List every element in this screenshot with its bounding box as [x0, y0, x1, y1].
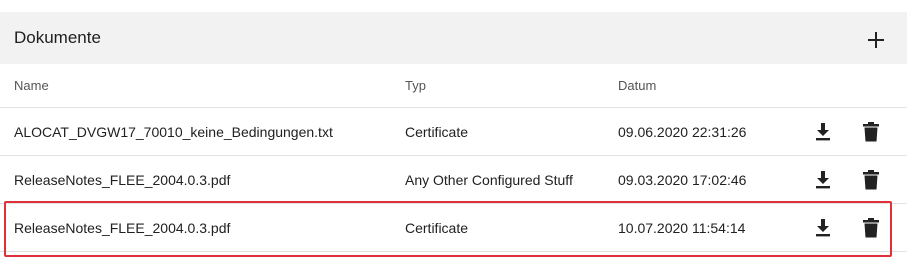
documents-title: Dokumente [14, 28, 101, 47]
column-header-type[interactable]: Typ [405, 78, 426, 93]
documents-panel: Dokumente Name Typ Datum ALOCAT_DVGW17_7… [0, 12, 907, 252]
document-type: Any Other Configured Stuff [405, 171, 573, 188]
download-button[interactable] [812, 168, 834, 192]
download-icon [816, 170, 830, 188]
trash-icon [863, 121, 879, 141]
trash-icon [863, 217, 879, 237]
delete-button[interactable] [860, 216, 882, 240]
download-button[interactable] [812, 216, 834, 240]
document-date: 09.06.2020 22:31:26 [618, 123, 747, 140]
table-row[interactable]: ALOCAT_DVGW17_70010_keine_Bedingungen.tx… [0, 108, 907, 156]
table-row[interactable]: ReleaseNotes_FLEE_2004.0.3.pdf Certifica… [0, 204, 907, 252]
document-name: ALOCAT_DVGW17_70010_keine_Bedingungen.tx… [14, 123, 333, 140]
document-name: ReleaseNotes_FLEE_2004.0.3.pdf [14, 171, 231, 188]
delete-button[interactable] [860, 120, 882, 144]
add-document-button[interactable] [861, 25, 891, 55]
document-date: 09.03.2020 17:02:46 [618, 171, 747, 188]
document-name: ReleaseNotes_FLEE_2004.0.3.pdf [14, 219, 231, 236]
table-row[interactable]: ReleaseNotes_FLEE_2004.0.3.pdf Any Other… [0, 156, 907, 204]
document-type: Certificate [405, 123, 469, 140]
table-header-row: Name Typ Datum [0, 64, 907, 108]
documents-header: Dokumente [0, 12, 907, 64]
trash-icon [863, 169, 879, 189]
document-date: 10.07.2020 11:54:14 [618, 219, 746, 236]
plus-icon [868, 32, 884, 48]
download-icon [816, 122, 830, 140]
download-icon [816, 218, 830, 236]
delete-button[interactable] [860, 168, 882, 192]
column-header-name[interactable]: Name [14, 78, 49, 93]
document-type: Certificate [405, 219, 469, 236]
download-button[interactable] [812, 120, 834, 144]
column-header-date[interactable]: Datum [618, 78, 656, 93]
